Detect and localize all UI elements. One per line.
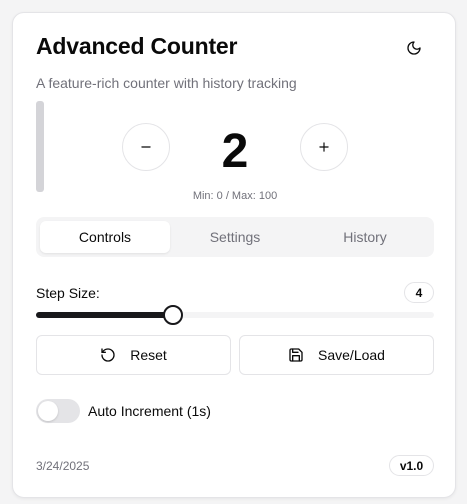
footer-date: 3/24/2025 xyxy=(36,459,90,473)
reset-button[interactable]: Reset xyxy=(36,335,231,375)
rotate-ccw-icon xyxy=(101,348,115,362)
theme-toggle-button[interactable] xyxy=(399,33,429,63)
moon-icon xyxy=(407,41,421,55)
save-load-button-label: Save/Load xyxy=(318,347,385,363)
page-subtitle: A feature-rich counter with history trac… xyxy=(36,75,297,91)
counter-range-text: Min: 0 / Max: 100 xyxy=(192,190,278,202)
tab-history[interactable]: History xyxy=(300,221,430,253)
display-accent-bar xyxy=(36,101,44,192)
minus-icon xyxy=(141,146,151,148)
step-size-label: Step Size: xyxy=(36,285,100,301)
auto-increment-switch[interactable] xyxy=(36,399,80,423)
decrement-button[interactable] xyxy=(122,123,170,171)
switch-knob xyxy=(38,401,58,421)
slider-fill xyxy=(36,312,174,318)
step-size-slider[interactable] xyxy=(36,305,434,325)
tab-list: Controls Settings History xyxy=(36,217,434,257)
tab-controls[interactable]: Controls xyxy=(40,221,170,253)
version-badge: v1.0 xyxy=(389,455,434,476)
auto-increment-label: Auto Increment (1s) xyxy=(88,403,211,419)
page-title: Advanced Counter xyxy=(36,33,238,59)
tab-settings[interactable]: Settings xyxy=(170,221,300,253)
counter-display: 2 Min: 0 / Max: 100 xyxy=(36,101,434,202)
counter-value: 2 xyxy=(221,125,249,178)
slider-track xyxy=(36,312,434,318)
save-load-button[interactable]: Save/Load xyxy=(239,335,434,375)
reset-button-label: Reset xyxy=(130,347,167,363)
save-icon xyxy=(289,348,303,362)
slider-thumb[interactable] xyxy=(163,305,184,325)
counter-card: Advanced Counter A feature-rich counter … xyxy=(12,12,456,498)
step-size-badge: 4 xyxy=(404,282,434,303)
plus-icon xyxy=(319,142,329,152)
increment-button[interactable] xyxy=(300,123,348,171)
auto-increment-row: Auto Increment (1s) xyxy=(36,399,211,423)
